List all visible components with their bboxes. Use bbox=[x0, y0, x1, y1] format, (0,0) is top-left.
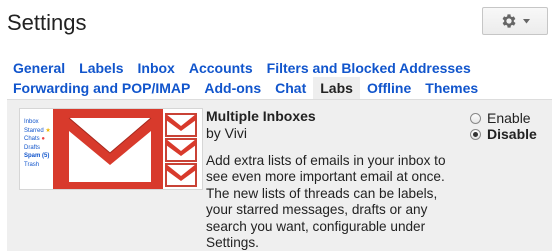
tab-offline[interactable]: Offline bbox=[360, 77, 418, 99]
settings-tabs-row-2: Forwarding and POP/IMAP Add-ons Chat Lab… bbox=[0, 77, 485, 99]
tab-themes[interactable]: Themes bbox=[418, 77, 485, 99]
lab-thumbnail: Inbox Starred ★ Chats ● Drafts Spam (5) … bbox=[19, 108, 203, 190]
gmail-logo-icon bbox=[53, 109, 197, 189]
settings-tabs-row-1: General Labels Inbox Accounts Filters an… bbox=[0, 57, 478, 79]
tab-general[interactable]: General bbox=[0, 57, 72, 79]
page-title: Settings bbox=[7, 10, 87, 35]
chevron-down-icon bbox=[523, 18, 530, 23]
lab-author: by Vivi bbox=[206, 125, 247, 141]
disable-label: Disable bbox=[487, 126, 537, 142]
lab-description: Add extra lists of emails in your inbox … bbox=[206, 153, 446, 251]
enable-radio[interactable] bbox=[470, 112, 481, 124]
settings-gear-button[interactable] bbox=[482, 7, 548, 35]
tab-filters-and-blocked-addresses[interactable]: Filters and Blocked Addresses bbox=[260, 57, 478, 79]
tab-inbox[interactable]: Inbox bbox=[131, 57, 182, 79]
tab-forwarding-and-pop-imap[interactable]: Forwarding and POP/IMAP bbox=[0, 77, 197, 99]
gear-icon bbox=[502, 14, 516, 28]
disable-option[interactable]: Disable bbox=[470, 126, 537, 142]
disable-radio[interactable] bbox=[470, 128, 481, 140]
tab-chat[interactable]: Chat bbox=[268, 77, 313, 99]
lab-item-multiple-inboxes: Inbox Starred ★ Chats ● Drafts Spam (5) … bbox=[7, 99, 552, 251]
tab-accounts[interactable]: Accounts bbox=[182, 57, 260, 79]
lab-title: Multiple Inboxes bbox=[206, 108, 316, 124]
enable-label: Enable bbox=[487, 110, 531, 126]
tab-add-ons[interactable]: Add-ons bbox=[197, 77, 268, 99]
tab-labs[interactable]: Labs bbox=[313, 77, 360, 99]
tab-labels[interactable]: Labels bbox=[72, 57, 130, 79]
enable-option[interactable]: Enable bbox=[470, 110, 531, 126]
